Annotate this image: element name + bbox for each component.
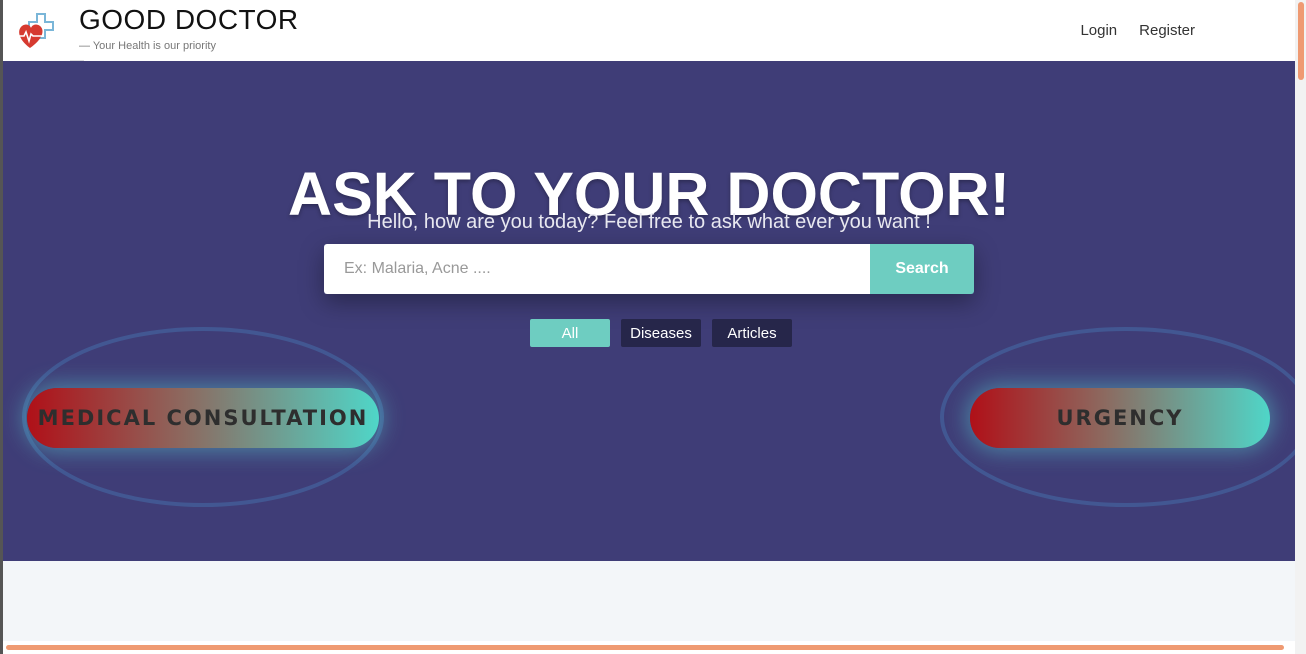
register-link[interactable]: Register	[1139, 22, 1195, 39]
header-nav: Login Register	[1080, 22, 1195, 39]
search-filters: All Diseases Articles	[530, 319, 792, 347]
filter-articles[interactable]: Articles	[712, 319, 792, 347]
search-button[interactable]: Search	[870, 244, 974, 294]
vertical-scrollbar[interactable]	[1295, 0, 1306, 654]
filter-diseases[interactable]: Diseases	[621, 319, 701, 347]
heart-pulse-logo-icon[interactable]	[15, 8, 59, 52]
hero-section: ASK TO YOUR DOCTOR! Hello, how are you t…	[3, 61, 1295, 561]
login-link[interactable]: Login	[1080, 22, 1117, 39]
horizontal-scrollbar-thumb[interactable]	[6, 645, 1284, 650]
site-title: GOOD DOCTOR	[79, 4, 299, 35]
site-tagline: — Your Health is our priority	[79, 40, 216, 52]
urgency-button[interactable]: URGENCY	[970, 388, 1270, 448]
hero-subtitle: Hello, how are you today? Feel free to a…	[367, 211, 931, 233]
vertical-scrollbar-thumb[interactable]	[1298, 2, 1304, 80]
filter-all[interactable]: All	[530, 319, 610, 347]
search-bar: Search	[324, 244, 974, 294]
site-header: GOOD DOCTOR — Your Health is our priorit…	[3, 0, 1295, 61]
medical-consultation-button[interactable]: MEDICAL CONSULTATION	[27, 388, 379, 448]
search-input[interactable]	[324, 244, 870, 294]
content-area	[3, 561, 1295, 641]
